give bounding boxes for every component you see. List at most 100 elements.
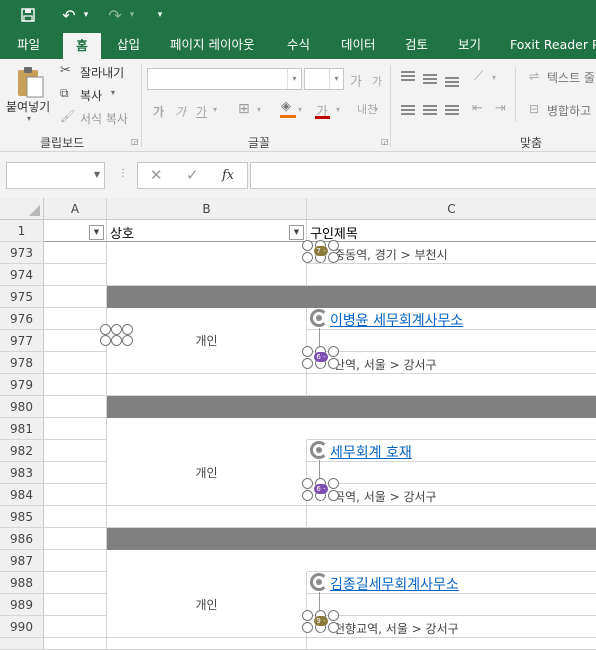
grid-cell[interactable] [307,594,596,616]
grid-cell[interactable] [44,616,107,638]
paste-dropdown-icon[interactable]: ▾ [27,114,31,123]
redo-icon[interactable]: ↷ [104,0,126,30]
tab-review[interactable]: 검토 [405,30,428,59]
paste-button[interactable]: 붙여넣기 [6,98,50,115]
grid-cell[interactable] [44,550,107,572]
row-header[interactable]: 984 [0,484,44,506]
phonetic-dropdown-icon[interactable]: ▾ [374,105,378,114]
grid-cell[interactable] [44,242,107,264]
align-bottom-icon[interactable] [445,77,459,87]
align-left-icon[interactable] [401,105,415,115]
row-header[interactable]: 977 [0,330,44,352]
grid-cell[interactable] [307,462,596,484]
grid-cell[interactable] [44,594,107,616]
redo-dropdown-icon[interactable]: ▾ [126,0,138,30]
column-header-a[interactable]: A [44,198,107,220]
format-painter-button[interactable]: 서식 복사 [80,110,128,127]
tab-page-layout[interactable]: 페이지 레이아웃 [170,30,254,59]
grid-cell[interactable] [44,352,107,374]
borders-icon[interactable]: ⊞ [238,101,250,117]
merged-cell-b[interactable] [107,242,307,286]
row-header[interactable]: 978 [0,352,44,374]
tab-view[interactable]: 보기 [458,30,481,59]
company-type-cell[interactable]: 개인 [107,572,307,638]
insert-function-icon[interactable]: fx [222,168,234,183]
tab-formulas[interactable]: 수식 [287,30,310,59]
enter-icon[interactable]: ✓ [186,166,199,184]
customize-toolbar-icon[interactable]: ▾ [152,0,168,30]
tab-data[interactable]: 데이터 [341,30,376,59]
grid-cell[interactable] [44,418,107,440]
tab-file[interactable]: 파일 [17,30,40,59]
increase-indent-icon[interactable]: ⇥ [495,101,506,116]
grid-cell[interactable] [307,264,596,286]
formula-bar-splitter[interactable]: ⋮ [118,168,128,179]
grid-cell[interactable] [44,638,107,650]
italic-button[interactable]: 가 [175,103,186,120]
row-header[interactable]: 981 [0,418,44,440]
company-type-cell[interactable]: 개인 [107,440,307,506]
grid-cell[interactable] [307,418,596,440]
object-handles[interactable]: 9 - 4 [302,610,340,635]
align-middle-icon[interactable] [423,74,437,84]
decrease-font-size-button[interactable]: 가 [372,73,382,89]
wrap-text-button[interactable]: 텍스트 줄 [547,69,595,86]
row-header[interactable]: 980 [0,396,44,418]
paste-icon[interactable] [15,65,45,99]
select-all-button[interactable] [0,198,44,220]
row-header[interactable]: 988 [0,572,44,594]
tab-home[interactable]: 홈 [63,33,101,59]
underline-dropdown-icon[interactable]: ▾ [213,105,217,114]
refresh-icon[interactable] [310,309,328,327]
filter-dropdown-a[interactable]: ▼ [89,225,104,240]
grid-cell[interactable] [307,374,596,396]
separator-row[interactable] [107,396,596,418]
formula-input[interactable] [250,162,596,189]
undo-icon[interactable]: ↶ [58,0,80,30]
separator-row[interactable] [107,286,596,308]
grid-cell[interactable] [44,286,107,308]
row-header[interactable]: 986 [0,528,44,550]
increase-font-size-button[interactable]: 가 [350,71,362,90]
orientation-dropdown-icon[interactable]: ▾ [492,73,496,82]
font-color-dropdown-icon[interactable]: ▾ [336,105,340,114]
row-header[interactable]: 982 [0,440,44,462]
chevron-down-icon[interactable]: ▼ [94,170,100,179]
grid-cell[interactable] [307,506,596,528]
company-link[interactable]: 김종길세무회계사무소 [330,574,459,594]
cut-button[interactable]: 잘라내기 [80,64,124,81]
fill-color-icon[interactable]: ◈ [281,99,291,114]
company-link[interactable]: 세무회계 호재 [330,442,412,462]
merge-center-button[interactable]: 병합하고 [547,102,591,119]
decrease-indent-icon[interactable]: ⇤ [472,101,483,116]
object-handles[interactable]: 6 - 4 [302,346,340,371]
refresh-icon[interactable] [310,573,328,591]
underline-button[interactable]: 가 [196,103,207,120]
grid-cell[interactable] [107,506,307,528]
tab-foxit-reader-pdf[interactable]: Foxit Reader PDF [510,30,596,59]
grid-cell[interactable] [44,330,107,352]
borders-dropdown-icon[interactable]: ▾ [257,105,261,114]
object-handles[interactable]: 7 - 4 [302,240,340,265]
cancel-icon[interactable]: ✕ [150,166,163,184]
grid-cell[interactable] [44,462,107,484]
tab-insert[interactable]: 삽입 [117,30,140,59]
grid-cell[interactable] [307,550,596,572]
row-header[interactable]: 985 [0,506,44,528]
align-center-icon[interactable] [423,105,437,115]
grid-cell[interactable] [307,330,596,352]
font-size-combo[interactable]: ▾ [304,68,344,90]
row-header[interactable]: 990 [0,616,44,638]
font-launcher-icon[interactable]: ◲ [381,137,389,146]
filter-dropdown-b[interactable]: ▼ [289,225,304,240]
undo-dropdown-icon[interactable]: ▾ [80,0,92,30]
row-header[interactable]: 989 [0,594,44,616]
copy-dropdown-icon[interactable]: ▾ [111,88,115,97]
row-header[interactable]: 979 [0,374,44,396]
grid-cell[interactable] [44,308,107,330]
fill-color-dropdown-icon[interactable]: ▾ [298,105,302,114]
align-top-icon[interactable] [401,71,415,81]
row-header[interactable]: 973 [0,242,44,264]
grid-cell[interactable] [44,374,107,396]
font-name-combo[interactable]: ▾ [147,68,302,90]
